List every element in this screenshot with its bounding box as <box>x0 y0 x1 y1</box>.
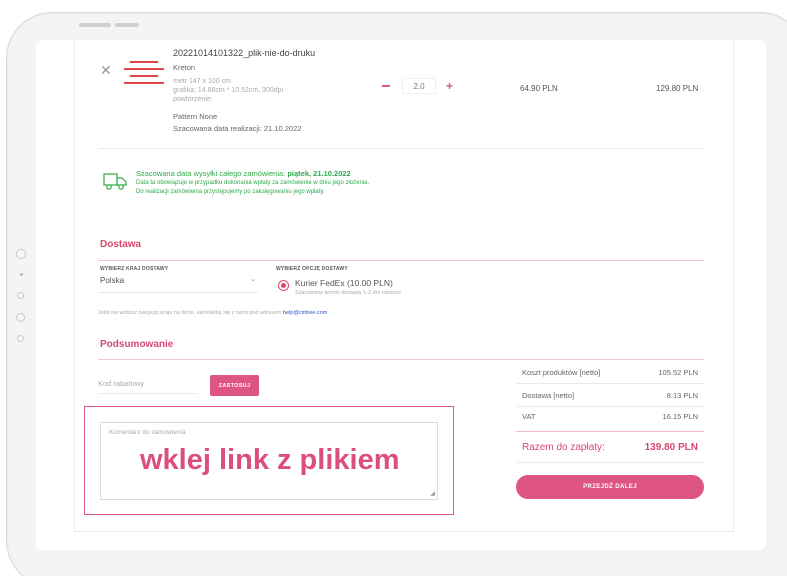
quantity-increase-button[interactable]: + <box>446 79 453 93</box>
contact-email-link[interactable]: help@ctnbee.com <box>283 310 327 316</box>
tablet-side-button <box>17 292 24 299</box>
quantity-input[interactable]: 2.0 <box>402 78 436 94</box>
contact-note: Jeśli nie widzisz swojego kraju na liści… <box>98 310 328 316</box>
product-repeat: powtórzenie: <box>173 96 213 103</box>
product-graphic: grafika: 14.86cm * 10.52cm, 300dpi <box>173 87 284 94</box>
summary-row-divider <box>516 383 704 384</box>
summary-total-divider <box>516 431 704 432</box>
tablet-side-button <box>17 335 24 342</box>
order-total: Razem do zapłaty: 139.80 PLN <box>522 442 698 453</box>
summary-row: Dostawa [netto] 8.13 PLN <box>522 391 698 400</box>
country-select[interactable]: Polska ⌄ <box>98 273 258 293</box>
quantity-decrease-button[interactable] <box>382 85 390 87</box>
line-total: 129.80 PLN <box>656 84 699 93</box>
delivery-option-name[interactable]: Kurier FedEx (10.00 PLN) <box>295 278 393 288</box>
tablet-camera <box>115 23 139 27</box>
product-meta: metr 147 x 100 cm grafika: 14.86cm * 10.… <box>173 77 313 104</box>
summary-row-divider <box>516 462 704 463</box>
apply-discount-button[interactable]: ZASTOSUJ <box>210 375 259 396</box>
country-label: WYBIERZ KRAJ DOSTAWY <box>100 266 169 272</box>
summary-divider <box>98 359 704 360</box>
shipping-estimate: Szacowana data wysyłki całego zamówienia… <box>136 169 351 178</box>
product-thumbnail <box>118 56 170 96</box>
tablet-screen: ✕ 20221014101322_plik-nie-do-druku Kreto… <box>36 40 766 550</box>
shipping-note: Do realizacji zamówienia przystępujemy p… <box>136 189 325 195</box>
delivery-option-radio[interactable] <box>278 280 289 291</box>
summary-row: VAT 16.15 PLN <box>522 412 698 421</box>
product-name[interactable]: 20221014101322_plik-nie-do-druku <box>173 48 315 58</box>
summary-row: Koszt produktów [netto] 105.52 PLN <box>522 368 698 377</box>
delivery-option-label: WYBIERZ OPCJĘ DOSTAWY <box>276 266 348 272</box>
shipping-date: piątek, 21.10.2022 <box>287 169 351 178</box>
total-value: 139.80 PLN <box>644 442 698 453</box>
country-value: Polska <box>100 276 125 285</box>
delivery-title: Dostawa <box>100 239 142 250</box>
delivery-option-eta: Szacowany termin dostawy 1-2 dni robocze <box>295 290 402 296</box>
truck-icon <box>103 173 127 190</box>
divider <box>98 148 704 149</box>
tablet-speaker <box>79 23 111 27</box>
product-material: Kreton <box>173 63 196 72</box>
product-size: metr 147 x 100 cm <box>173 78 231 85</box>
shipping-note: Data ta obowiązuje w przypadku dokonania… <box>136 180 370 186</box>
total-label: Razem do zapłaty: <box>522 442 605 453</box>
annotation-text: wklej link z plikiem <box>140 444 400 476</box>
proceed-button[interactable]: PRZEJDŹ DALEJ <box>516 475 704 499</box>
discount-code-input[interactable] <box>98 374 198 394</box>
remove-item-icon[interactable]: ✕ <box>100 62 112 79</box>
summary-row-divider <box>516 406 704 407</box>
product-estimated-date: Szacowana data realizacji: 21.10.2022 <box>173 124 302 133</box>
tablet-side-button <box>16 249 26 259</box>
tablet-side-button <box>20 273 23 276</box>
tablet-side-button <box>16 313 25 322</box>
product-pattern: Pattern None <box>173 112 218 121</box>
chevron-down-icon: ⌄ <box>250 276 256 283</box>
summary-title: Podsumowanie <box>100 339 174 350</box>
delivery-divider <box>98 260 704 261</box>
unit-price: 64.90 PLN <box>520 84 558 93</box>
